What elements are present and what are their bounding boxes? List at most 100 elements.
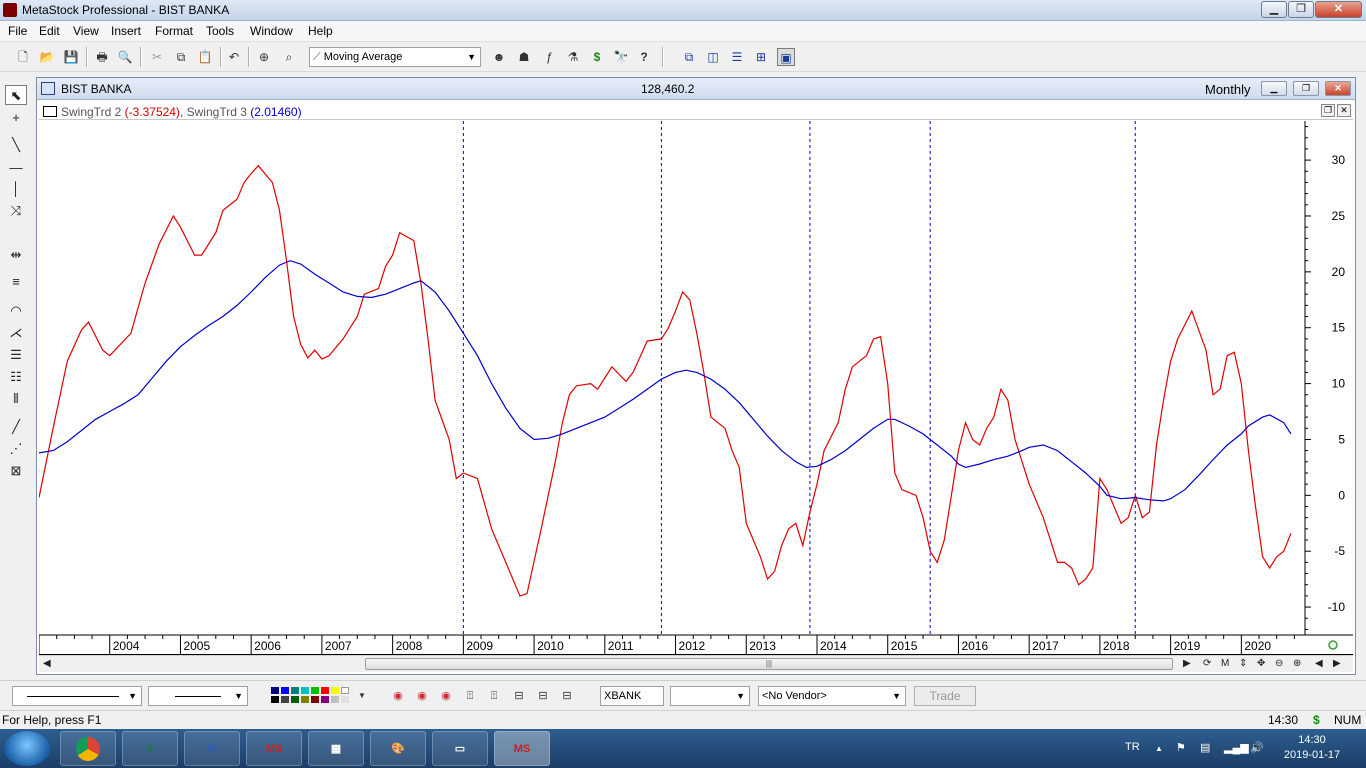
- network-icon[interactable]: ▂▄▆: [1224, 741, 1249, 754]
- menu-file[interactable]: File: [8, 24, 27, 38]
- chrome-circle-icon-3[interactable]: ◉: [438, 688, 454, 704]
- arc-icon[interactable]: ◠: [5, 301, 27, 321]
- chrome-circle-icon[interactable]: ◉: [390, 688, 406, 704]
- binoculars-icon[interactable]: 🔭: [612, 48, 630, 66]
- cascade-icon[interactable]: ⧉: [680, 48, 698, 66]
- tile-grid-icon[interactable]: ⊞: [752, 48, 770, 66]
- parallel-lines-icon[interactable]: ≡: [5, 272, 27, 292]
- flag-icon[interactable]: ⚑: [1176, 741, 1186, 754]
- text-tool-icon[interactable]: ⤨: [5, 201, 27, 221]
- palette-dropdown-icon[interactable]: ▼: [354, 688, 370, 704]
- pointer-icon[interactable]: ⬉: [5, 85, 27, 105]
- word-icon[interactable]: W: [184, 731, 240, 766]
- cycle-lines-icon[interactable]: ⫴: [5, 389, 27, 409]
- fan-lines-icon[interactable]: ⋌: [5, 323, 27, 343]
- expert-advisor-icon[interactable]: ☻: [490, 48, 508, 66]
- chart-minimize-button[interactable]: ▁: [1261, 81, 1287, 96]
- menu-format[interactable]: Format: [155, 24, 193, 38]
- retracement-icon[interactable]: ☷: [5, 367, 27, 387]
- explorer-icon[interactable]: ☗: [515, 48, 533, 66]
- minimize-button[interactable]: ▁: [1261, 1, 1287, 18]
- system-tester-icon[interactable]: ⚗: [564, 48, 582, 66]
- symbol-input[interactable]: XBANK: [600, 686, 664, 706]
- layout-toggle-icon[interactable]: ▣: [777, 48, 795, 66]
- inner-restore-icon[interactable]: ❐: [1321, 104, 1335, 117]
- window-layout-icon-2[interactable]: ⊟: [535, 688, 551, 704]
- color-palette[interactable]: [271, 687, 355, 705]
- trade-button[interactable]: Trade: [914, 686, 976, 706]
- buy-sell-arrow-icon[interactable]: ⇹: [5, 245, 27, 265]
- maximize-button[interactable]: ❐: [1288, 1, 1314, 18]
- scroll-right-icon[interactable]: ▶: [1183, 656, 1191, 672]
- help-pointer-icon[interactable]: ?: [635, 48, 653, 66]
- cut-icon[interactable]: ✂: [148, 48, 166, 66]
- speed-line-icon[interactable]: ╱: [5, 417, 27, 437]
- inner-close-icon[interactable]: ✕: [1337, 104, 1351, 117]
- calculator-icon[interactable]: ▦: [308, 731, 364, 766]
- paste-icon[interactable]: 📋: [196, 48, 214, 66]
- line-weight-select[interactable]: ▼: [148, 686, 248, 706]
- line-style-select[interactable]: ▼: [12, 686, 142, 706]
- zoom-icon[interactable]: ⌕: [280, 48, 298, 66]
- dollar-icon[interactable]: $: [588, 48, 606, 66]
- indicator-select[interactable]: ⟋ Moving Average ▼: [309, 47, 481, 67]
- save-icon[interactable]: 💾: [62, 48, 80, 66]
- zoom-in-icon[interactable]: ⊕: [1293, 656, 1301, 672]
- chart-close-button[interactable]: ✕: [1325, 81, 1351, 96]
- notepad-icon[interactable]: ▭: [432, 731, 488, 766]
- menu-insert[interactable]: Insert: [111, 24, 141, 38]
- page-back-icon[interactable]: ◀: [1315, 656, 1323, 672]
- print-preview-icon[interactable]: 🔍: [116, 48, 134, 66]
- window-layout-icon[interactable]: ⊟: [511, 688, 527, 704]
- tile-vertical-icon[interactable]: ◫: [704, 48, 722, 66]
- chart-period[interactable]: Monthly: [1205, 82, 1251, 97]
- fibonacci-icon[interactable]: ☰: [5, 345, 27, 365]
- volume-icon[interactable]: 🔊: [1250, 741, 1264, 754]
- ms-icon[interactable]: MS: [246, 731, 302, 766]
- start-button[interactable]: [4, 731, 50, 766]
- print-icon[interactable]: 🖶: [93, 48, 111, 66]
- scroll-left-icon[interactable]: ◀: [43, 656, 51, 672]
- chart-restore-button[interactable]: ❐: [1293, 81, 1319, 96]
- scale-vertical-icon[interactable]: ⇕: [1239, 656, 1247, 672]
- horizontal-line-icon[interactable]: —: [5, 158, 27, 178]
- tile-horizontal-icon[interactable]: ☰: [728, 48, 746, 66]
- move-icon[interactable]: ✥: [1257, 656, 1265, 672]
- zoom-m-icon[interactable]: M: [1221, 656, 1229, 672]
- new-icon[interactable]: 🗋: [14, 48, 32, 66]
- gann-fan-icon[interactable]: ⋰: [5, 439, 27, 459]
- indicator-builder-icon[interactable]: ƒ: [540, 48, 558, 66]
- insert-window-icon-2[interactable]: ⍐: [486, 688, 502, 704]
- crosshair-icon[interactable]: ⊕: [255, 48, 273, 66]
- menu-window[interactable]: Window: [250, 24, 293, 38]
- vendor-select[interactable]: <No Vendor> ▼: [758, 686, 906, 706]
- device-icon[interactable]: ▤: [1200, 741, 1210, 754]
- page-forward-icon[interactable]: ▶: [1333, 656, 1341, 672]
- menu-help[interactable]: Help: [308, 24, 333, 38]
- vertical-line-icon[interactable]: │: [5, 179, 27, 199]
- excel-icon[interactable]: X: [122, 731, 178, 766]
- paint-icon[interactable]: 🎨: [370, 731, 426, 766]
- window-layout-icon-3[interactable]: ⊟: [559, 688, 575, 704]
- close-button[interactable]: ✕: [1315, 1, 1362, 18]
- language-indicator[interactable]: TR: [1125, 741, 1140, 753]
- grid-tool-icon[interactable]: ⊠: [5, 461, 27, 481]
- tray-expand-icon[interactable]: ▲: [1155, 744, 1163, 753]
- chrome-circle-icon-2[interactable]: ◉: [414, 688, 430, 704]
- undo-icon[interactable]: ↶: [225, 48, 243, 66]
- chrome-icon[interactable]: [60, 731, 116, 766]
- copy-icon[interactable]: ⧉: [172, 48, 190, 66]
- menu-tools[interactable]: Tools: [206, 24, 234, 38]
- insert-window-icon[interactable]: ⍐: [462, 688, 478, 704]
- chart-area[interactable]: 302520151050-5-10 2004 2005 2006 2007 2008 20…: [39, 121, 1353, 655]
- scroll-thumb[interactable]: |||: [365, 658, 1173, 670]
- menu-view[interactable]: View: [73, 24, 99, 38]
- symbol-list-select[interactable]: ▼: [670, 686, 750, 706]
- menu-edit[interactable]: Edit: [39, 24, 60, 38]
- metastock-icon[interactable]: MS: [494, 731, 550, 766]
- open-icon[interactable]: 📂: [38, 48, 56, 66]
- zoom-out-icon[interactable]: ⊖: [1275, 656, 1283, 672]
- crosshair-tool-icon[interactable]: +: [5, 108, 27, 128]
- horizontal-scrollbar[interactable]: ◀ ||| ▶ ⟳ M ⇕ ✥ ⊖ ⊕ ◀ ▶: [39, 655, 1353, 672]
- clock[interactable]: 14:30 2019-01-17: [1280, 733, 1344, 763]
